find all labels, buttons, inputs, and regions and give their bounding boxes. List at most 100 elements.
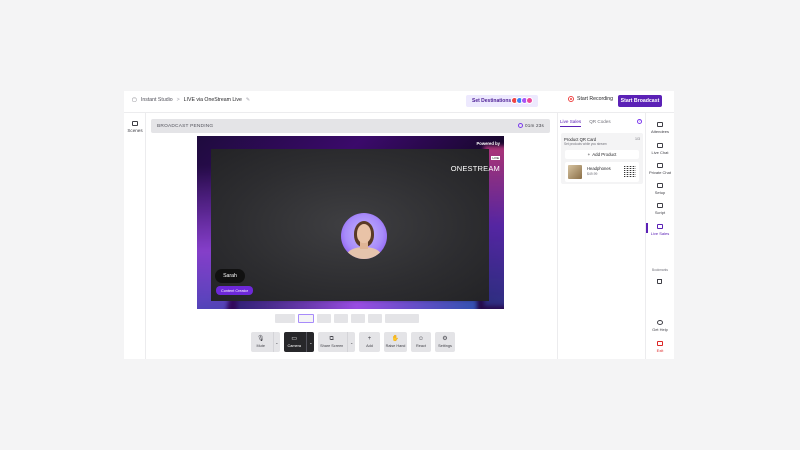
raise-hand-button[interactable]: ✋ Raise Hand: [384, 332, 407, 352]
setup-button[interactable]: Setup: [646, 183, 674, 195]
set-destinations-label: Set Destinations: [472, 98, 512, 104]
product-item[interactable]: Headphones $49.99: [565, 162, 639, 182]
product-qr-card: Product QR Card 1/3 Set products while y…: [561, 133, 643, 184]
broadcast-status: BROADCAST PENDING: [157, 123, 214, 129]
breadcrumb-separator: >: [176, 97, 180, 103]
breadcrumb-root[interactable]: Instant Studio: [141, 97, 173, 103]
exit-icon: [657, 341, 663, 346]
scenes-icon: [132, 121, 138, 126]
timer-value: 01m 23s: [524, 123, 544, 128]
rail-section-label: Bookmarks: [652, 268, 668, 272]
brand-watermark: Powered by LIVE ONESTREAM: [451, 141, 500, 173]
smiley-icon: ☺: [417, 336, 425, 342]
settings-label: Settings: [438, 344, 452, 348]
live-sales-panel: Live Sales QR Codes ? Product QR Card 1/…: [557, 113, 646, 359]
microphone-icon: 🎙: [256, 336, 265, 342]
camera-control: ▭ Camera ⌄: [284, 332, 314, 352]
exit-button[interactable]: Exit: [646, 341, 674, 353]
card-count: 1/3: [635, 137, 640, 141]
plus-icon: +: [367, 336, 372, 342]
mute-button[interactable]: 🎙 Mute: [251, 332, 271, 352]
layout-option-multi[interactable]: [385, 314, 419, 323]
add-product-label: Add Product: [592, 152, 617, 157]
clock-icon: [517, 123, 523, 128]
camera-label: Camera: [287, 344, 301, 348]
layout-option[interactable]: [368, 314, 382, 323]
mute-control: 🎙 Mute ⌄: [251, 332, 280, 352]
script-button[interactable]: Script: [646, 203, 674, 215]
studio-icon: ▢: [132, 97, 137, 103]
live-chat-label: Live Chat: [651, 150, 669, 155]
qr-code-icon[interactable]: [624, 165, 636, 177]
set-destinations-button[interactable]: Set Destinations: [466, 95, 538, 107]
gear-icon: ⚙: [442, 336, 448, 342]
attendees-label: Attendees: [650, 129, 669, 134]
stream-timer: 01m 23s: [517, 123, 544, 128]
start-recording-button[interactable]: Start Recording: [568, 96, 613, 102]
destination-avatars: [511, 97, 533, 104]
share-screen-label: Share Screen: [320, 344, 344, 348]
plus-icon: +: [587, 152, 591, 157]
stream-canvas[interactable]: Powered by LIVE ONESTREAM Sarah Content …: [197, 136, 504, 309]
layout-selector: [275, 313, 419, 324]
live-sales-button[interactable]: Live Sales: [646, 223, 674, 236]
live-chat-button[interactable]: Live Chat: [646, 143, 674, 155]
breadcrumb: ▢ Instant Studio > LIVE via OneStream Li…: [132, 97, 250, 103]
raise-hand-label: Raise Hand: [385, 344, 406, 348]
setup-label: Setup: [654, 190, 666, 195]
active-indicator: [646, 223, 648, 233]
cart-icon: [657, 224, 663, 229]
left-rail: Scenes: [124, 113, 146, 359]
react-label: React: [416, 344, 426, 348]
trash-icon[interactable]: [657, 279, 662, 284]
camera-options-chevron-icon[interactable]: ⌄: [306, 332, 314, 352]
private-chat-button[interactable]: Private Chat: [646, 163, 674, 175]
camera-button[interactable]: ▭ Camera: [284, 332, 304, 352]
script-label: Script: [654, 210, 666, 215]
share-screen-button[interactable]: ⧉ Share Screen: [318, 332, 345, 352]
start-recording-label: Start Recording: [577, 96, 614, 102]
layout-option-selected[interactable]: [298, 314, 314, 323]
help-icon[interactable]: ?: [637, 119, 642, 124]
layout-option-single[interactable]: [275, 314, 295, 323]
get-help-button[interactable]: Get Help: [646, 320, 674, 332]
panel-tabs: Live Sales QR Codes: [560, 119, 611, 127]
participant-face: [357, 224, 371, 243]
layout-option[interactable]: [334, 314, 348, 323]
scenes-button[interactable]: Scenes: [126, 121, 144, 133]
share-screen-control: ⧉ Share Screen ⌄: [318, 332, 355, 352]
broadcast-status-bar: BROADCAST PENDING 01m 23s: [151, 119, 550, 133]
live-badge: LIVE: [491, 156, 500, 160]
tab-live-sales[interactable]: Live Sales: [560, 119, 582, 127]
top-bar: ▢ Instant Studio > LIVE via OneStream Li…: [124, 91, 674, 113]
mute-options-chevron-icon[interactable]: ⌄: [272, 332, 281, 352]
private-chat-label: Private Chat: [648, 170, 671, 175]
react-button[interactable]: ☺ React: [411, 332, 431, 352]
tab-qr-codes[interactable]: QR Codes: [589, 119, 610, 127]
control-toolbar: 🎙 Mute ⌄ ▭ Camera ⌄ ⧉ Share Screen ⌄ + A…: [251, 332, 455, 352]
attendees-icon: [657, 122, 663, 127]
settings-button[interactable]: ⚙ Settings: [435, 332, 455, 352]
add-button[interactable]: + Add: [359, 332, 380, 352]
edit-icon[interactable]: ✎: [246, 97, 250, 103]
participant-name-tag: Sarah: [215, 269, 245, 283]
setup-icon: [657, 183, 663, 188]
breadcrumb-current: LIVE via OneStream Live: [183, 97, 242, 103]
attendees-button[interactable]: Attendees: [646, 122, 674, 134]
start-broadcast-button[interactable]: Start Broadcast: [618, 95, 662, 107]
layout-option[interactable]: [317, 314, 331, 323]
product-thumbnail: [568, 165, 582, 179]
private-chat-icon: [657, 163, 663, 168]
help-icon: [657, 320, 663, 325]
script-icon: [657, 203, 663, 208]
add-product-button[interactable]: + Add Product: [565, 150, 639, 159]
layout-option[interactable]: [351, 314, 365, 323]
live-sales-label: Live Sales: [650, 231, 670, 236]
mute-label: Mute: [256, 344, 265, 348]
record-icon: [568, 96, 574, 102]
brand-name: ONESTREAM: [450, 164, 500, 173]
participant-role-tag: Content Creator: [216, 286, 253, 295]
participant-video[interactable]: [341, 213, 387, 259]
share-options-chevron-icon[interactable]: ⌄: [347, 332, 355, 352]
chat-icon: [657, 143, 663, 148]
